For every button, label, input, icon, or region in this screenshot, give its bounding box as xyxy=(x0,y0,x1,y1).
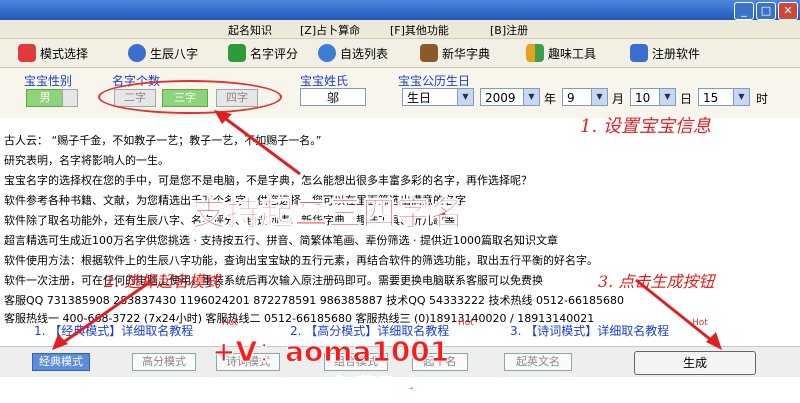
step2-annotation: 2. 选择起名模式 xyxy=(104,272,221,291)
hot-badge: Hot xyxy=(692,318,708,328)
hot-badge: Hot xyxy=(458,318,474,328)
day-value: 10 xyxy=(635,91,651,105)
minimize-button[interactable]: _ xyxy=(734,2,754,20)
menu-item-fortune[interactable]: [Z]占卜算命 xyxy=(300,22,360,38)
month-value: 9 xyxy=(567,91,575,105)
intro-line: 软件使用方法：根据软件上的生辰八字功能，查询出宝宝缺的五行元素，再结合软件的筛选… xyxy=(4,254,598,267)
intro-line: 软件一次注册，可在任何的电脑上使用，重装系统后再次输入原注册码即可。需要更换电脑… xyxy=(4,274,543,287)
year-select[interactable]: 2009 ▼ xyxy=(480,88,540,106)
toolbar-label: 注册软件 xyxy=(652,46,701,61)
step1-annotation: 1. 设置宝宝信息 xyxy=(580,116,711,137)
hot-badge: Hot xyxy=(222,318,238,328)
title-bar: _ □ ✕ xyxy=(0,0,800,20)
person-icon xyxy=(128,44,146,62)
scholar-icon xyxy=(420,44,438,62)
mode-english-button[interactable]: 起英文名 xyxy=(504,353,572,371)
gender-male-toggle[interactable]: 男 xyxy=(26,89,64,107)
heart-icon xyxy=(18,44,36,62)
gender-label: 宝宝性别 xyxy=(24,74,73,88)
toolbar-label: 名字评分 xyxy=(250,46,299,61)
hour-select[interactable]: 15 ▼ xyxy=(698,88,750,106)
year-value: 2009 xyxy=(485,91,516,105)
gender-female-toggle[interactable] xyxy=(62,89,78,107)
mode-classic-button[interactable]: 经典模式 xyxy=(32,353,90,371)
chevron-down-icon: ▼ xyxy=(659,89,675,105)
surname-input[interactable]: 邬 xyxy=(300,88,366,106)
intro-line: 研究表明，名字将影响人的一生。 xyxy=(4,154,169,167)
birth-bazi-button[interactable]: 生辰八字 xyxy=(128,42,198,64)
dictionary-button[interactable]: 新华字典 xyxy=(420,42,490,64)
chevron-down-icon: ▼ xyxy=(457,89,473,105)
chevron-down-icon: ▼ xyxy=(523,89,539,105)
menu-bar: 起名知识 [Z]占卜算命 [F]其他功能 [B]注册 xyxy=(0,20,800,39)
fun-tools-button[interactable]: 趣味工具 xyxy=(526,42,596,64)
hour-unit: 时 xyxy=(756,92,769,106)
contact-annotation: +V：aoma1001 xyxy=(211,335,450,369)
day-unit: 日 xyxy=(680,92,693,106)
menu-item-knowledge[interactable]: 起名知识 xyxy=(228,22,272,38)
menu-item-register[interactable]: [B]注册 xyxy=(490,22,528,38)
calendar-type-select[interactable]: 生日 ▼ xyxy=(402,88,474,106)
intro-line: 古人云： “赐子千金，不如教子一艺；教子一艺，不如赐子一名。” xyxy=(4,134,322,147)
menu-item-other[interactable]: [F]其他功能 xyxy=(390,22,449,38)
surname-label: 宝宝姓氏 xyxy=(300,74,349,88)
banner-annotation: 支持起二三四字名 xyxy=(192,194,465,235)
chevron-down-icon: ▼ xyxy=(591,89,607,105)
toolbar-label: 趣味工具 xyxy=(548,46,597,61)
windows-icon xyxy=(526,44,544,62)
contact-line: 客服QQ 731385908 283837430 1196024201 8722… xyxy=(4,294,624,307)
custom-list-button[interactable]: 自选列表 xyxy=(318,42,388,64)
month-unit: 月 xyxy=(612,92,625,106)
arrow-icon xyxy=(228,44,246,62)
chevron-down-icon: ▼ xyxy=(733,89,749,105)
month-select[interactable]: 9 ▼ xyxy=(562,88,608,106)
toolbar: 模式选择 生辰八字 名字评分 自选列表 新华字典 趣味工具 注册软件 xyxy=(0,39,800,68)
document-icon xyxy=(630,44,648,62)
toolbar-label: 生辰八字 xyxy=(150,46,199,61)
day-select[interactable]: 10 ▼ xyxy=(630,88,676,106)
toolbar-label: 模式选择 xyxy=(40,46,89,61)
register-software-button[interactable]: 注册软件 xyxy=(630,42,700,64)
mode-select-button[interactable]: 模式选择 xyxy=(18,42,88,64)
toolbar-label: 自选列表 xyxy=(340,46,389,61)
refresh-icon xyxy=(318,44,336,62)
close-button[interactable]: ✕ xyxy=(778,2,798,20)
mode-high-score-button[interactable]: 高分模式 xyxy=(132,353,196,371)
tutorial-link-classic[interactable]: 1. 【经典模式】详细取名教程 xyxy=(34,322,193,339)
annotation-circle xyxy=(98,80,282,114)
hour-value: 15 xyxy=(703,91,719,105)
step3-annotation: 3. 点击生成按钮 xyxy=(598,272,715,291)
toolbar-label: 新华字典 xyxy=(442,46,491,61)
maximize-button[interactable]: □ xyxy=(756,2,776,20)
generate-button[interactable]: 生成 xyxy=(634,351,756,375)
calendar-type-value: 生日 xyxy=(407,91,432,105)
tutorial-link-poetry[interactable]: 3. 【诗词模式】详细取名教程 xyxy=(510,322,669,339)
birthday-label: 宝宝公历生日 xyxy=(398,74,471,88)
year-unit: 年 xyxy=(544,92,557,106)
name-score-button[interactable]: 名字评分 xyxy=(228,42,298,64)
free-annotation: 免费取名 xyxy=(330,374,427,403)
